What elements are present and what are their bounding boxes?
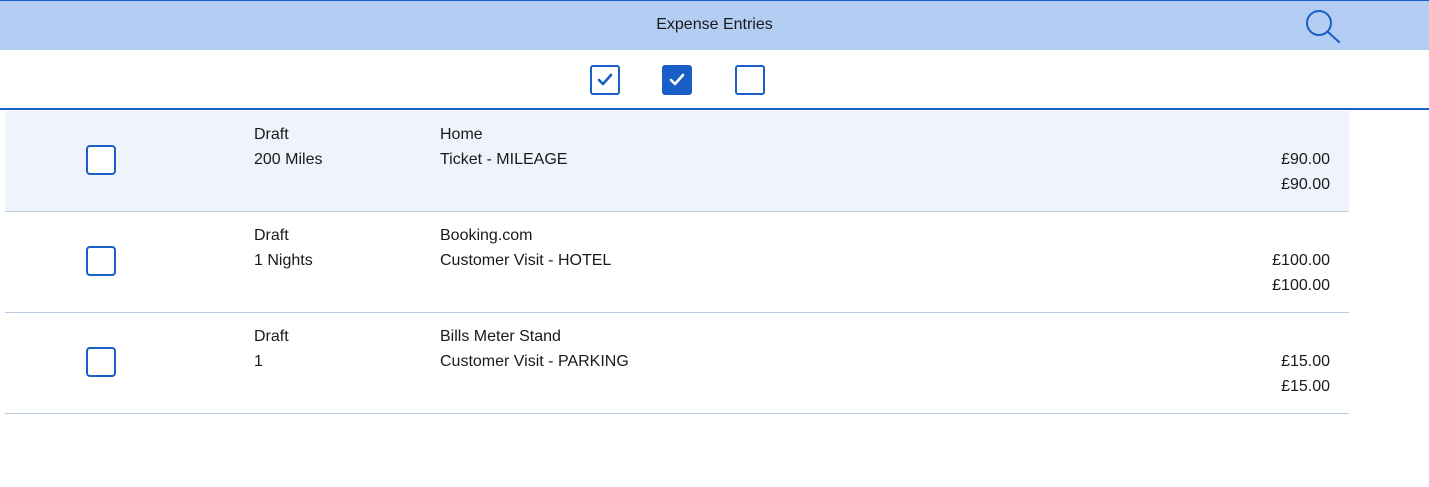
filter-checkbox-outline-checked[interactable] (590, 65, 620, 95)
entry-merchant: Home (440, 126, 483, 143)
entry-amount: £15.00 (1281, 353, 1330, 370)
row-checkbox[interactable] (86, 347, 116, 377)
app-header: Expense Entries (0, 0, 1429, 50)
expense-row[interactable]: Draft 1 Bills Meter Stand Customer Visit… (5, 313, 1349, 414)
row-checkbox[interactable] (86, 145, 116, 175)
entry-merchant: Booking.com (440, 227, 533, 244)
entry-total: £15.00 (1281, 378, 1330, 395)
entry-total: £100.00 (1272, 277, 1330, 294)
entry-description: Ticket - MILEAGE (440, 151, 568, 168)
entry-quantity: 1 (254, 353, 263, 370)
filter-checkbox-filled-checked[interactable] (662, 65, 692, 95)
entry-description: Customer Visit - PARKING (440, 353, 629, 370)
search-button[interactable] (1302, 7, 1342, 45)
entry-total: £90.00 (1281, 176, 1330, 193)
page-title: Expense Entries (656, 16, 773, 33)
expense-row[interactable]: Draft 200 Miles Home Ticket - MILEAGE £9… (5, 111, 1349, 212)
expense-row[interactable]: Draft 1 Nights Booking.com Customer Visi… (5, 212, 1349, 313)
row-checkbox[interactable] (86, 246, 116, 276)
entry-status: Draft (254, 227, 289, 244)
entry-quantity: 1 Nights (254, 252, 313, 269)
expense-list: Draft 200 Miles Home Ticket - MILEAGE £9… (5, 111, 1349, 414)
entry-amount: £100.00 (1272, 252, 1330, 269)
checkmark-icon (669, 73, 685, 86)
checkmark-icon (597, 73, 613, 86)
entry-quantity: 200 Miles (254, 151, 323, 168)
entry-amount: £90.00 (1281, 151, 1330, 168)
entry-status: Draft (254, 328, 289, 345)
filter-checkbox-unchecked[interactable] (735, 65, 765, 95)
entry-status: Draft (254, 126, 289, 143)
entry-merchant: Bills Meter Stand (440, 328, 561, 345)
entry-description: Customer Visit - HOTEL (440, 252, 612, 269)
search-icon (1306, 10, 1341, 44)
filter-bar (0, 50, 1429, 110)
